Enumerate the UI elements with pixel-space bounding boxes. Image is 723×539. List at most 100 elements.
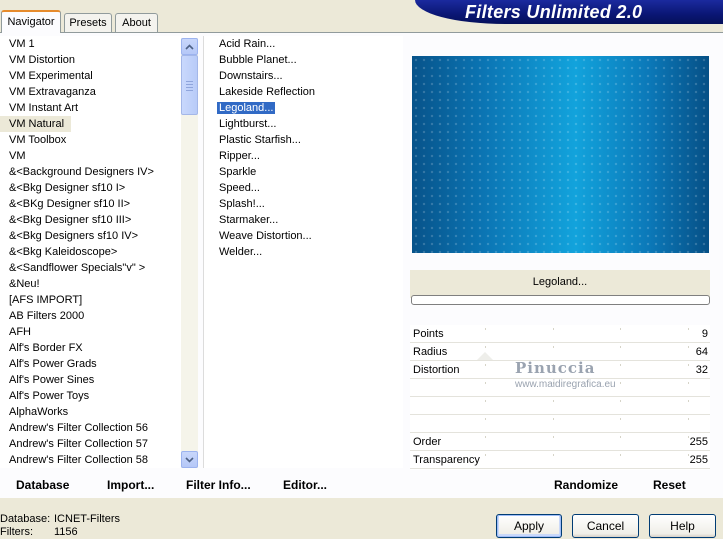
category-item[interactable]: VM Distortion [0,52,181,68]
category-item[interactable]: &<Bkg Kaleidoscope> [0,244,181,260]
filter-item[interactable]: Ripper... [204,148,403,164]
app-title: Filters Unlimited 2.0 [465,2,643,22]
parameter-row[interactable]: Points 9 [410,325,710,343]
filter-item[interactable]: Downstairs... [204,68,403,84]
category-item[interactable]: Alf's Power Grads [0,356,181,372]
category-item[interactable]: &<Background Designers IV> [0,164,181,180]
help-button[interactable]: Help [649,514,716,538]
category-item[interactable]: VM Experimental [0,68,181,84]
filter-item[interactable]: Speed... [204,180,403,196]
apply-button[interactable]: Apply [496,514,562,538]
category-item[interactable]: Andrew's Filter Collection 56 [0,420,181,436]
parameter-row[interactable]: Transparency 255 [410,451,710,469]
filter-item-label: Weave Distortion... [219,230,312,242]
filter-info-button[interactable]: Filter Info... [186,478,251,492]
filter-item[interactable]: Legoland... [204,100,403,116]
parameter-row[interactable]: Order 255 [410,433,710,451]
category-item[interactable]: Andrew's Filter Collection 58 [0,452,181,468]
filter-item[interactable]: Sparkle [204,164,403,180]
tab-about[interactable]: About [115,13,158,32]
filter-item[interactable]: Acid Rain... [204,36,403,52]
preview-image [412,56,709,253]
import-button[interactable]: Import... [107,478,154,492]
filter-item-label: Starmaker... [219,214,279,226]
category-item[interactable]: VM Natural [0,116,71,132]
scroll-up-button[interactable] [181,38,198,55]
category-item[interactable]: AlphaWorks [0,404,181,420]
category-item[interactable]: &<Bkg Designer sf10 III> [0,212,181,228]
category-item[interactable]: Alf's Border FX [0,340,181,356]
chevron-up-icon [185,43,194,50]
category-item[interactable]: VM Instant Art [0,100,181,116]
editor-button[interactable]: Editor... [283,478,327,492]
slider-thumb[interactable] [477,352,493,360]
filter-item-label: Welder... [219,246,263,258]
parameter-name: Transparency [413,454,480,466]
database-button[interactable]: Database [16,478,69,492]
parameter-row [410,415,710,433]
filter-item[interactable]: Weave Distortion... [204,228,403,244]
parameter-row [410,397,710,415]
category-item[interactable]: &<Bkg Designer sf10 I> [0,180,181,196]
category-item[interactable]: &<Sandflower Specials"v" > [0,260,181,276]
category-item[interactable]: &<Bkg Designers sf10 IV> [0,228,181,244]
filter-item[interactable]: Plastic Starfish... [204,132,403,148]
category-item[interactable]: Alf's Power Toys [0,388,181,404]
preview-filter-name: Legoland... [532,276,588,288]
parameter-name: Order [413,436,442,448]
randomize-button[interactable]: Randomize [554,478,618,492]
filter-item-label: Legoland... [217,102,276,114]
filter-item-label: Splash!... [219,198,265,210]
chevron-down-icon [185,456,194,463]
filters-count: 1156 [54,526,78,538]
scroll-thumb[interactable] [181,55,198,115]
watermark-name: Pinuccia [515,359,596,377]
filter-item-label: Ripper... [219,150,260,162]
category-item[interactable]: [AFS IMPORT] [0,292,181,308]
parameter-value: 32 [695,364,708,376]
parameter-value: 255 [689,436,708,448]
filter-item[interactable]: Welder... [204,244,403,260]
filter-item-label: Acid Rain... [219,38,276,50]
category-list[interactable]: VM 1 VM Distortion VM Experimental VM Extra… [0,36,181,468]
category-item[interactable]: &<BKg Designer sf10 II> [0,196,181,212]
category-item[interactable]: &Neu! [0,276,181,292]
filter-item-label: Sparkle [219,166,257,178]
reset-button[interactable]: Reset [653,478,686,492]
progress-bar [411,295,710,305]
parameter-value: 9 [701,328,708,340]
parameter-panel: Points 9 Radius 64 Distortion 32 Order 255 Trans… [410,325,710,470]
filter-item[interactable]: Starmaker... [204,212,403,228]
filter-list[interactable]: Acid Rain... Bubble Planet... Downstairs..… [203,36,403,468]
filter-item-label: Bubble Planet... [219,54,297,66]
parameter-value: 64 [695,346,708,358]
category-item[interactable]: AFH [0,324,181,340]
category-item[interactable]: Andrew's Filter Collection 57 [0,436,181,452]
category-item[interactable]: VM Extravaganza [0,84,181,100]
database-label: Database: [0,513,51,525]
tab-navigator[interactable]: Navigator [1,10,61,33]
category-scrollbar[interactable] [181,38,198,468]
parameter-name: Distortion [413,364,460,376]
category-item[interactable]: Alf's Power Sines [0,372,181,388]
parameter-name: Radius [413,346,448,358]
watermark-url: www.maidiregrafica.eu [515,379,616,390]
filters-label: Filters: [0,526,33,538]
filter-item[interactable]: Splash!... [204,196,403,212]
category-item[interactable]: VM [0,148,181,164]
category-item[interactable]: VM Toolbox [0,132,181,148]
tab-presets[interactable]: Presets [64,13,112,32]
category-item[interactable]: AB Filters 2000 [0,308,181,324]
parameter-value: 255 [689,454,708,466]
filter-item-label: Lightburst... [219,118,277,130]
scroll-down-button[interactable] [181,451,198,468]
category-item[interactable]: VM 1 [0,36,181,52]
filter-item-label: Downstairs... [219,70,283,82]
filter-item[interactable]: Bubble Planet... [204,52,403,68]
filter-item-label: Speed... [219,182,260,194]
filter-item[interactable]: Lightburst... [204,116,403,132]
filter-item-label: Plastic Starfish... [219,134,301,146]
database-value: ICNET-Filters [54,513,120,525]
cancel-button[interactable]: Cancel [572,514,639,538]
filter-item[interactable]: Lakeside Reflection [204,84,403,100]
